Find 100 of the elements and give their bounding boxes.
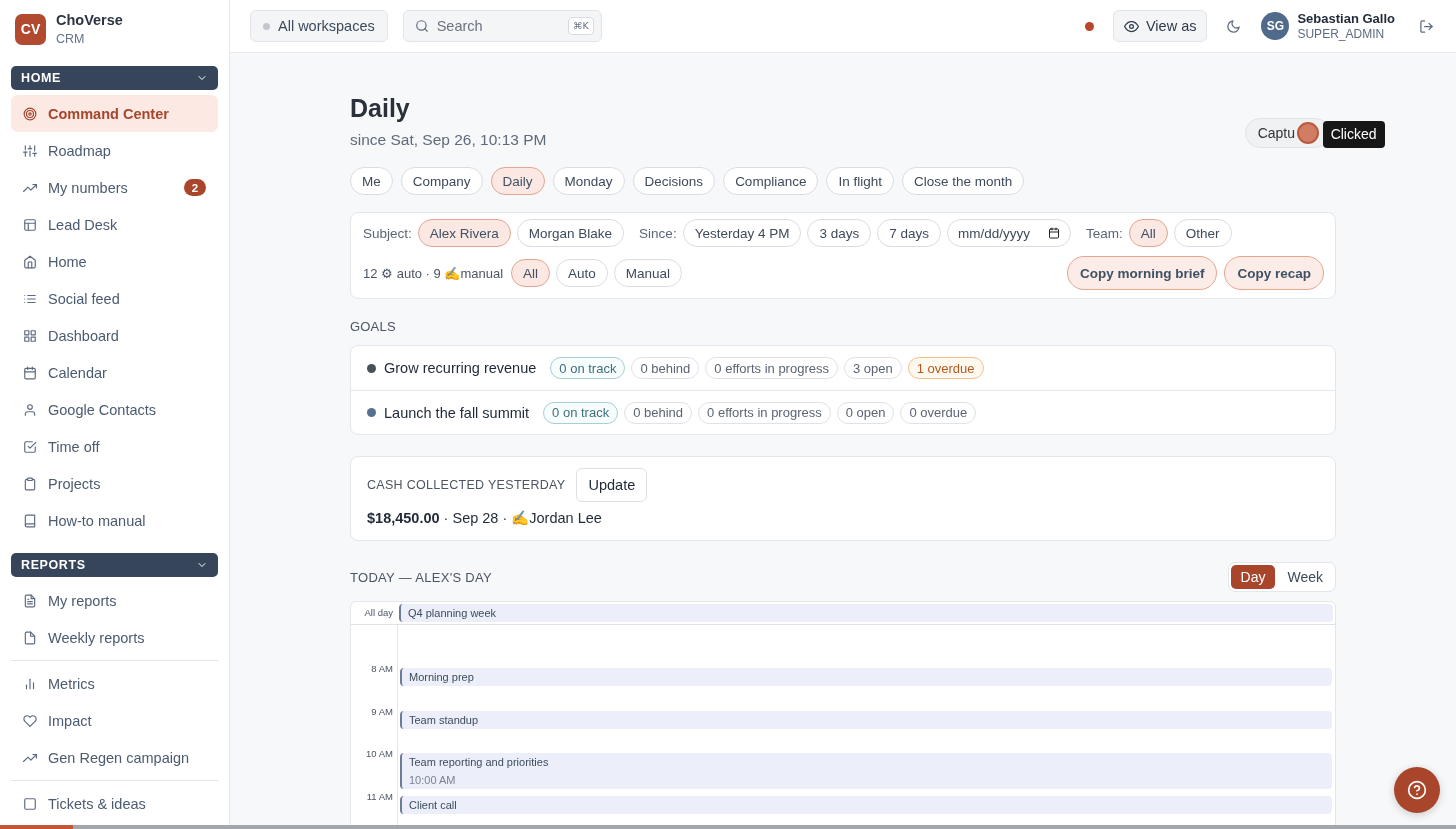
view-tab[interactable]: Compliance — [723, 167, 819, 195]
shortcut-hint: ⌘K — [567, 17, 594, 35]
filter-pill[interactable]: Auto — [556, 259, 608, 287]
logo-tile: CV — [15, 13, 46, 45]
sidebar-item[interactable]: How-to manual — [11, 502, 218, 539]
grid-icon — [23, 328, 37, 343]
filter-pill[interactable]: All — [511, 259, 551, 287]
filter-label: Subject: — [363, 225, 412, 241]
sidebar-item-label: My reports — [48, 592, 117, 609]
sidebar-item[interactable]: My reports — [11, 582, 218, 619]
page-subtitle: since Sat, Sep 26, 10:13 PM — [350, 130, 547, 150]
view-tab[interactable]: Monday — [552, 167, 625, 195]
view-tab[interactable]: Company — [400, 167, 483, 195]
workspace-button[interactable]: All workspaces — [250, 10, 388, 42]
view-tab[interactable]: Week — [1277, 565, 1333, 589]
calendar-icon — [23, 365, 37, 380]
home-icon — [23, 254, 37, 269]
view-as-button[interactable]: View as — [1112, 10, 1208, 42]
help-button[interactable] — [1394, 767, 1440, 813]
event-title: Team standup — [409, 713, 479, 727]
goal-title: Grow recurring revenue — [384, 360, 537, 376]
filter-pill[interactable]: 7 days — [877, 219, 941, 247]
event-title: Client call — [409, 798, 457, 812]
sidebar-item[interactable]: Calendar — [11, 354, 218, 391]
status-chip: 3 open — [843, 357, 902, 379]
sliders-icon — [23, 143, 37, 158]
filter-pill[interactable]: 3 days — [807, 219, 872, 247]
sidebar-item[interactable]: Dashboard — [11, 317, 218, 354]
sidebar-item[interactable]: Projects — [11, 465, 218, 502]
check-square-icon — [23, 439, 37, 454]
section-header[interactable]: HOME — [11, 66, 218, 90]
view-tab[interactable]: Day — [1230, 565, 1276, 589]
sidebar-item[interactable]: Gen Regen campaign — [11, 739, 218, 776]
user-role: SUPER_ADMIN — [1297, 26, 1386, 42]
cash-summary: $18,450.00 · Sep 28 · ✍Jordan Lee — [367, 509, 602, 528]
tooltip: Clicked — [1322, 121, 1385, 148]
filter-pill[interactable]: Manual — [613, 259, 683, 287]
sidebar-item-label: Time off — [48, 438, 100, 455]
sidebar-item-label: Command Center — [48, 105, 169, 122]
copy-button[interactable]: Copy morning brief — [1066, 256, 1218, 290]
filter-pill[interactable]: Yesterday 4 PM — [682, 219, 802, 247]
section-header[interactable]: REPORTS — [11, 553, 218, 577]
sidebar-item-label: How-to manual — [48, 512, 146, 529]
status-chip: 0 overdue — [900, 401, 977, 424]
user-name: Sebastian Gallo — [1297, 10, 1395, 27]
status-chip: 0 on track — [543, 401, 619, 424]
sidebar-item-label: Google Contacts — [48, 401, 156, 418]
date-field[interactable]: mm/dd/yyyy — [947, 219, 1071, 247]
filter-pill[interactable]: Alex Rivera — [417, 219, 511, 247]
sidebar-item-label: Impact — [48, 712, 92, 729]
section-title: REPORTS — [21, 558, 86, 572]
filter-pill[interactable]: Morgan Blake — [516, 219, 625, 247]
sidebar-item[interactable]: Roadmap — [11, 132, 218, 169]
sidebar-item[interactable]: Weekly reports — [11, 619, 218, 656]
search-icon — [414, 19, 429, 33]
book-icon — [23, 513, 37, 528]
view-tab[interactable]: Close the month — [901, 167, 1025, 195]
brand-name: ChoVerse — [56, 11, 123, 29]
filter-pill[interactable]: Other — [1173, 219, 1232, 247]
avatar: SG — [1261, 12, 1290, 40]
event-block[interactable]: Client call — [400, 795, 1332, 814]
view-tab[interactable]: Decisions — [632, 167, 716, 195]
time-label: 10 AM — [366, 748, 394, 760]
sidebar-item-label: Roadmap — [48, 142, 111, 159]
sidebar-item[interactable]: Time off — [11, 428, 218, 465]
sidebar-item-label: Tickets & ideas — [48, 795, 146, 812]
bar-chart-icon — [23, 676, 37, 691]
time-label: 11 AM — [366, 790, 394, 803]
event-block[interactable]: Team standup — [400, 710, 1332, 729]
sidebar-item[interactable]: Command Center — [11, 95, 218, 132]
view-tab[interactable]: Me — [350, 167, 393, 195]
moon-icon[interactable] — [1226, 18, 1242, 34]
event-block[interactable]: Q4 planning week — [399, 604, 1333, 622]
copy-button[interactable]: Copy recap — [1224, 256, 1324, 290]
goal-title: Launch the fall summit — [384, 404, 530, 421]
sidebar-item[interactable]: Metrics — [11, 665, 218, 702]
layout-icon — [23, 217, 37, 232]
time-label: 8 AM — [371, 663, 394, 675]
file-icon — [23, 630, 37, 645]
sidebar-item[interactable]: Impact — [11, 702, 218, 739]
sidebar-item[interactable]: Tickets & ideas — [11, 785, 218, 822]
eye-icon — [1123, 18, 1139, 34]
sidebar-item[interactable]: Lead Desk — [11, 206, 218, 243]
status-dot-icon — [1084, 21, 1094, 31]
logout-icon[interactable] — [1419, 18, 1434, 34]
time-label: 9 AM — [371, 705, 394, 718]
view-tab[interactable]: Daily — [490, 167, 545, 195]
update-button[interactable]: Update — [576, 468, 648, 502]
sidebar-item-label: Gen Regen campaign — [48, 749, 190, 766]
sidebar-item[interactable]: Home — [11, 243, 218, 280]
count-badge: 2 — [184, 179, 206, 196]
sidebar-item[interactable]: My numbers 2 — [11, 169, 218, 206]
filter-pill[interactable]: All — [1128, 219, 1168, 247]
sidebar-item-label: Dashboard — [48, 327, 119, 344]
event-block[interactable]: Team reporting and priorities 10:00 AM — [400, 753, 1332, 789]
document-icon — [23, 593, 37, 608]
event-block[interactable]: Morning prep — [400, 668, 1332, 686]
sidebar-item[interactable]: Social feed — [11, 280, 218, 317]
sidebar-item[interactable]: Google Contacts — [11, 391, 218, 428]
view-tab[interactable]: In flight — [826, 167, 894, 195]
